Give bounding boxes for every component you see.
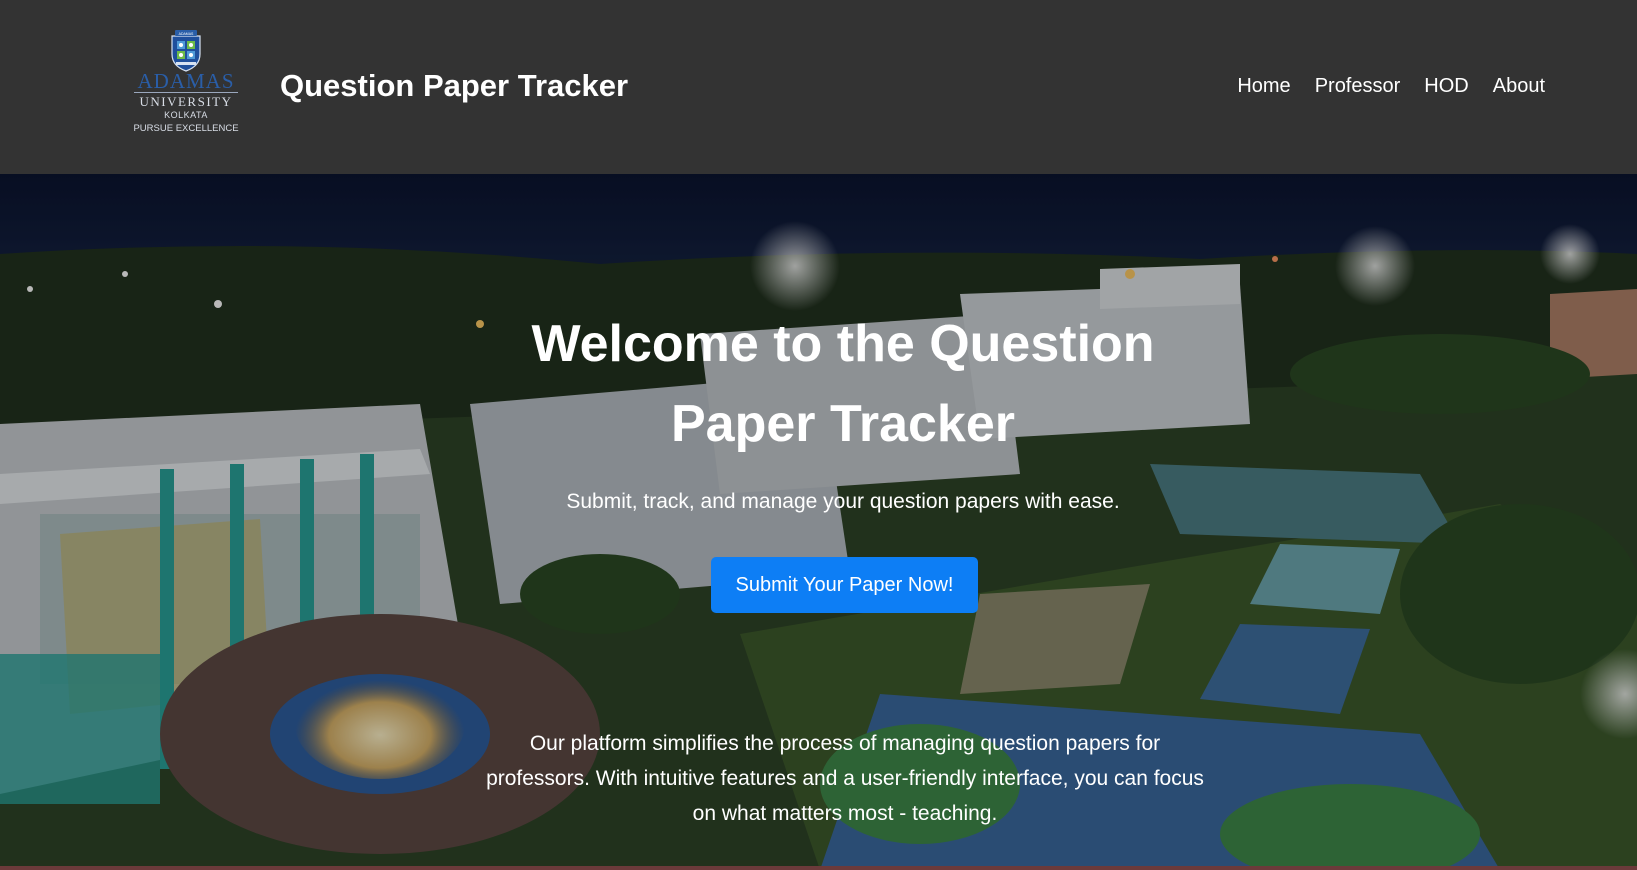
nav-hod-link[interactable]: HOD bbox=[1424, 73, 1468, 99]
hero-subtitle: Submit, track, and manage your question … bbox=[566, 490, 1120, 513]
hero-description: Our platform simplifies the process of m… bbox=[486, 732, 1204, 825]
site-title: Question Paper Tracker bbox=[280, 68, 629, 103]
logo-university: UNIVERSITY bbox=[139, 94, 233, 109]
university-logo[interactable]: ADAMAS ADAMAS UNIVERSITY KOLKATA PURSUE … bbox=[130, 28, 242, 136]
nav-about-link[interactable]: About bbox=[1493, 73, 1545, 99]
logo-name: ADAMAS bbox=[137, 69, 235, 93]
crest-icon: ADAMAS bbox=[171, 30, 201, 72]
main-nav: Home Professor HOD About bbox=[1237, 73, 1545, 99]
site-header: ADAMAS ADAMAS UNIVERSITY KOLKATA PURSUE … bbox=[0, 0, 1637, 174]
hero-title: Welcome to the Question Paper Tracker bbox=[531, 315, 1155, 453]
nav-home-link[interactable]: Home bbox=[1237, 73, 1290, 99]
bottom-divider bbox=[0, 866, 1637, 870]
submit-paper-button[interactable]: Submit Your Paper Now! bbox=[711, 557, 978, 613]
logo-city: KOLKATA bbox=[164, 110, 208, 120]
svg-text:ADAMAS: ADAMAS bbox=[179, 32, 194, 36]
nav-professor-link[interactable]: Professor bbox=[1315, 73, 1401, 99]
hero-section: Welcome to the Question Paper Tracker Su… bbox=[0, 174, 1637, 870]
logo-motto: PURSUE EXCELLENCE bbox=[133, 123, 239, 134]
logo-divider bbox=[134, 92, 238, 93]
